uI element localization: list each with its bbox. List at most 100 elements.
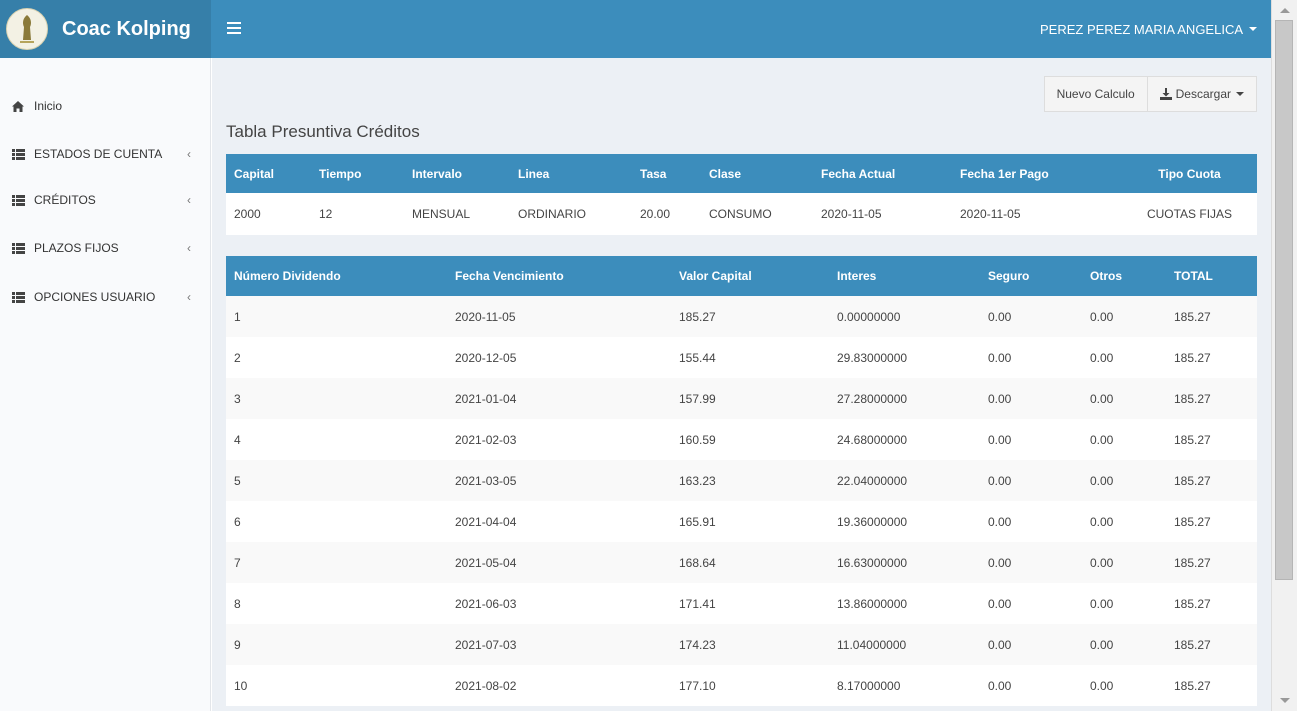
page-scrollbar[interactable] [1271,0,1297,711]
sidebar-item-creditos[interactable]: CRÉDITOS ‹ [0,180,211,220]
column-header: Fecha Actual [813,154,952,193]
scroll-up-arrow-icon[interactable] [1280,8,1290,13]
sidebar-item-estados-de-cuenta[interactable]: ESTADOS DE CUENTA ‹ [0,134,211,174]
table-row: 1 2020-11-05 185.27 0.00000000 0.00 0.00 185.2… [226,296,1257,337]
table-cell: 0.00 [1082,583,1166,624]
table-row: 2000 12 MENSUAL ORDINARIO 20.00 CONSUMO 2020-1… [226,193,1257,235]
table-row: 4 2021-02-03 160.59 24.68000000 0.00 0.00 185.… [226,419,1257,460]
table-cell: 165.91 [671,501,829,542]
table-cell: 0.00 [980,296,1082,337]
table-cell: 0.00000000 [829,296,980,337]
table-row: 7 2021-05-04 168.64 16.63000000 0.00 0.00 185.… [226,542,1257,583]
table-cell: 20.00 [632,193,701,235]
column-header: Intervalo [404,154,510,193]
table-cell: 174.23 [671,624,829,665]
main-content: Nuevo Calculo Descargar Tabla Presuntiva… [212,58,1271,711]
column-header: Fecha 1er Pago [952,154,1122,193]
table-cell: 2020-12-05 [447,337,671,378]
list-icon [12,242,26,254]
sidebar-item-label: OPCIONES USUARIO [34,290,156,304]
table-row: 6 2021-04-04 165.91 19.36000000 0.00 0.00 185.… [226,501,1257,542]
table-cell: 2020-11-05 [813,193,952,235]
table-cell: 10 [226,665,447,706]
column-header: Tasa [632,154,701,193]
table-cell: 0.00 [1082,624,1166,665]
table-cell: 155.44 [671,337,829,378]
descargar-button[interactable]: Descargar [1147,76,1257,112]
sidebar: Inicio ESTADOS DE CUENTA ‹ CRÉDITOS ‹ PL… [0,58,211,711]
amortization-table: Número Dividendo Fecha Vencimiento Valor C… [226,256,1257,706]
table-cell: 19.36000000 [829,501,980,542]
table-cell: 29.83000000 [829,337,980,378]
table-cell: 0.00 [980,542,1082,583]
column-header: Tipo Cuota [1122,154,1257,193]
table-cell: 2021-04-04 [447,501,671,542]
home-icon [12,100,26,112]
sidebar-item-label: PLAZOS FIJOS [34,241,119,255]
table-cell: 6 [226,501,447,542]
table-cell: 8.17000000 [829,665,980,706]
column-header: Clase [701,154,813,193]
sidebar-item-plazos-fijos[interactable]: PLAZOS FIJOS ‹ [0,228,211,268]
brand[interactable]: Coac Kolping [0,0,211,58]
credit-summary-table: Capital Tiempo Intervalo Linea Tasa Clase Fech… [226,154,1257,235]
table-cell: 185.27 [1166,542,1257,583]
chevron-left-icon: ‹ [187,147,191,161]
table-cell: 2021-02-03 [447,419,671,460]
table-cell: 0.00 [1082,378,1166,419]
table-cell: 1 [226,296,447,337]
table-cell: ORDINARIO [510,193,632,235]
descargar-label: Descargar [1175,87,1231,101]
caret-down-icon [1249,27,1257,31]
user-menu[interactable]: PEREZ PEREZ MARIA ANGELICA [1040,0,1257,58]
table-cell: 2020-11-05 [952,193,1122,235]
table-cell: 0.00 [1082,337,1166,378]
table-cell: 185.27 [671,296,829,337]
table-row: 10 2021-08-02 177.10 8.17000000 0.00 0.00 185.… [226,665,1257,706]
toolbar: Nuevo Calculo Descargar [1043,76,1257,112]
table-cell: 0.00 [980,624,1082,665]
table-cell: 2000 [226,193,311,235]
table-cell: 0.00 [1082,542,1166,583]
column-header: Interes [829,256,980,296]
table-row: 9 2021-07-03 174.23 11.04000000 0.00 0.00 185.… [226,624,1257,665]
hamburger-menu-icon[interactable] [220,14,248,42]
column-header: Linea [510,154,632,193]
column-header: Valor Capital [671,256,829,296]
table-cell: 0.00 [1082,296,1166,337]
sidebar-item-label: CRÉDITOS [34,193,96,207]
nuevo-calculo-button[interactable]: Nuevo Calculo [1043,76,1148,112]
table-cell: 185.27 [1166,583,1257,624]
table-cell: 13.86000000 [829,583,980,624]
table-cell: 171.41 [671,583,829,624]
sidebar-item-inicio[interactable]: Inicio [0,86,211,126]
table-cell: 177.10 [671,665,829,706]
list-icon [12,148,26,160]
top-navbar: Coac Kolping PEREZ PEREZ MARIA ANGELICA [0,0,1271,58]
column-header: Capital [226,154,311,193]
scroll-down-arrow-icon[interactable] [1280,698,1290,703]
column-header: Número Dividendo [226,256,447,296]
sidebar-item-opciones-usuario[interactable]: OPCIONES USUARIO ‹ [0,277,211,317]
table-cell: 160.59 [671,419,829,460]
column-header: Fecha Vencimiento [447,256,671,296]
table-row: 3 2021-01-04 157.99 27.28000000 0.00 0.00 185.… [226,378,1257,419]
table-cell: 2021-05-04 [447,542,671,583]
chevron-left-icon: ‹ [187,290,191,304]
list-icon [12,291,26,303]
table-cell: 24.68000000 [829,419,980,460]
list-icon [12,194,26,206]
table-cell: 2 [226,337,447,378]
brand-title: Coac Kolping [62,17,191,40]
table-cell: 185.27 [1166,296,1257,337]
column-header: TOTAL [1166,256,1257,296]
scrollbar-thumb[interactable] [1275,20,1293,580]
user-name: PEREZ PEREZ MARIA ANGELICA [1040,21,1243,37]
column-header: Tiempo [311,154,404,193]
table-cell: 0.00 [980,460,1082,501]
table-cell: 0.00 [980,665,1082,706]
table-cell: 185.27 [1166,337,1257,378]
table-cell: 2021-07-03 [447,624,671,665]
table-cell: 157.99 [671,378,829,419]
table-cell: 16.63000000 [829,542,980,583]
